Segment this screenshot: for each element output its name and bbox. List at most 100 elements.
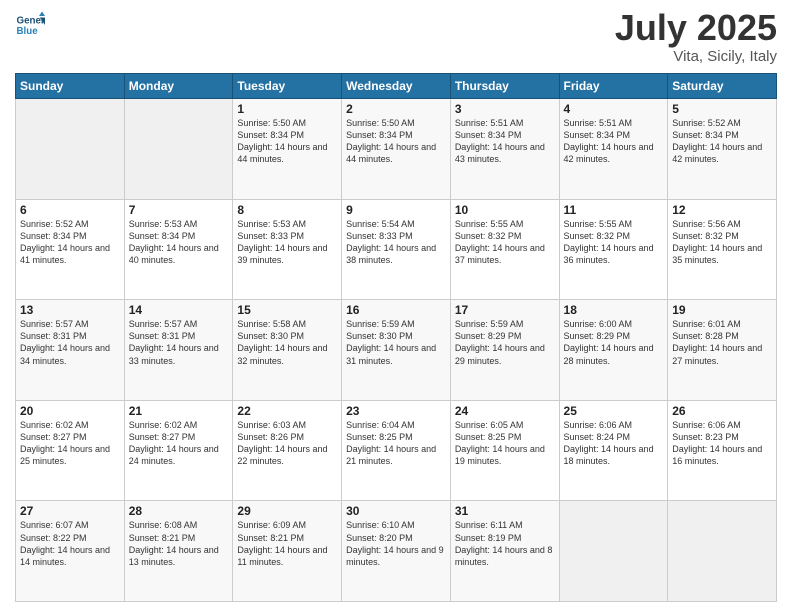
cell-info: Sunrise: 5:53 AMSunset: 8:33 PMDaylight:… bbox=[237, 218, 337, 267]
calendar-cell: 18Sunrise: 6:00 AMSunset: 8:29 PMDayligh… bbox=[559, 300, 668, 401]
month-title: July 2025 bbox=[615, 10, 777, 46]
day-number: 9 bbox=[346, 203, 446, 217]
day-number: 7 bbox=[129, 203, 229, 217]
cell-info: Sunrise: 6:02 AMSunset: 8:27 PMDaylight:… bbox=[129, 419, 229, 468]
cell-info: Sunrise: 6:10 AMSunset: 8:20 PMDaylight:… bbox=[346, 519, 446, 568]
svg-text:Blue: Blue bbox=[17, 26, 39, 37]
calendar-cell: 9Sunrise: 5:54 AMSunset: 8:33 PMDaylight… bbox=[342, 199, 451, 300]
cell-info: Sunrise: 5:59 AMSunset: 8:29 PMDaylight:… bbox=[455, 318, 555, 367]
day-number: 3 bbox=[455, 102, 555, 116]
cell-info: Sunrise: 6:07 AMSunset: 8:22 PMDaylight:… bbox=[20, 519, 120, 568]
cell-info: Sunrise: 5:59 AMSunset: 8:30 PMDaylight:… bbox=[346, 318, 446, 367]
calendar-cell: 8Sunrise: 5:53 AMSunset: 8:33 PMDaylight… bbox=[233, 199, 342, 300]
weekday-header-wednesday: Wednesday bbox=[342, 74, 451, 99]
cell-info: Sunrise: 5:56 AMSunset: 8:32 PMDaylight:… bbox=[672, 218, 772, 267]
cell-info: Sunrise: 5:52 AMSunset: 8:34 PMDaylight:… bbox=[672, 117, 772, 166]
calendar-cell: 4Sunrise: 5:51 AMSunset: 8:34 PMDaylight… bbox=[559, 99, 668, 200]
cell-info: Sunrise: 6:02 AMSunset: 8:27 PMDaylight:… bbox=[20, 419, 120, 468]
day-number: 2 bbox=[346, 102, 446, 116]
calendar-cell: 17Sunrise: 5:59 AMSunset: 8:29 PMDayligh… bbox=[450, 300, 559, 401]
calendar-cell: 29Sunrise: 6:09 AMSunset: 8:21 PMDayligh… bbox=[233, 501, 342, 602]
day-number: 28 bbox=[129, 504, 229, 518]
calendar-cell: 28Sunrise: 6:08 AMSunset: 8:21 PMDayligh… bbox=[124, 501, 233, 602]
cell-info: Sunrise: 5:50 AMSunset: 8:34 PMDaylight:… bbox=[237, 117, 337, 166]
day-number: 19 bbox=[672, 303, 772, 317]
week-row-4: 20Sunrise: 6:02 AMSunset: 8:27 PMDayligh… bbox=[16, 400, 777, 501]
calendar-cell: 20Sunrise: 6:02 AMSunset: 8:27 PMDayligh… bbox=[16, 400, 125, 501]
day-number: 31 bbox=[455, 504, 555, 518]
calendar-cell: 23Sunrise: 6:04 AMSunset: 8:25 PMDayligh… bbox=[342, 400, 451, 501]
day-number: 24 bbox=[455, 404, 555, 418]
weekday-header-row: SundayMondayTuesdayWednesdayThursdayFrid… bbox=[16, 74, 777, 99]
day-number: 5 bbox=[672, 102, 772, 116]
day-number: 16 bbox=[346, 303, 446, 317]
calendar-cell bbox=[16, 99, 125, 200]
cell-info: Sunrise: 6:03 AMSunset: 8:26 PMDaylight:… bbox=[237, 419, 337, 468]
location-title: Vita, Sicily, Italy bbox=[615, 48, 777, 65]
cell-info: Sunrise: 6:11 AMSunset: 8:19 PMDaylight:… bbox=[455, 519, 555, 568]
calendar-cell: 3Sunrise: 5:51 AMSunset: 8:34 PMDaylight… bbox=[450, 99, 559, 200]
day-number: 14 bbox=[129, 303, 229, 317]
svg-text:General: General bbox=[17, 16, 46, 27]
calendar-cell bbox=[668, 501, 777, 602]
weekday-header-sunday: Sunday bbox=[16, 74, 125, 99]
calendar-cell bbox=[124, 99, 233, 200]
day-number: 20 bbox=[20, 404, 120, 418]
cell-info: Sunrise: 5:55 AMSunset: 8:32 PMDaylight:… bbox=[455, 218, 555, 267]
cell-info: Sunrise: 6:01 AMSunset: 8:28 PMDaylight:… bbox=[672, 318, 772, 367]
cell-info: Sunrise: 6:08 AMSunset: 8:21 PMDaylight:… bbox=[129, 519, 229, 568]
calendar-cell: 19Sunrise: 6:01 AMSunset: 8:28 PMDayligh… bbox=[668, 300, 777, 401]
calendar-cell: 2Sunrise: 5:50 AMSunset: 8:34 PMDaylight… bbox=[342, 99, 451, 200]
calendar-cell: 16Sunrise: 5:59 AMSunset: 8:30 PMDayligh… bbox=[342, 300, 451, 401]
header: General Blue July 2025 Vita, Sicily, Ita… bbox=[15, 10, 777, 65]
day-number: 8 bbox=[237, 203, 337, 217]
cell-info: Sunrise: 5:57 AMSunset: 8:31 PMDaylight:… bbox=[20, 318, 120, 367]
day-number: 18 bbox=[564, 303, 664, 317]
week-row-3: 13Sunrise: 5:57 AMSunset: 8:31 PMDayligh… bbox=[16, 300, 777, 401]
weekday-header-thursday: Thursday bbox=[450, 74, 559, 99]
cell-info: Sunrise: 6:04 AMSunset: 8:25 PMDaylight:… bbox=[346, 419, 446, 468]
day-number: 1 bbox=[237, 102, 337, 116]
calendar-cell: 10Sunrise: 5:55 AMSunset: 8:32 PMDayligh… bbox=[450, 199, 559, 300]
calendar-cell: 31Sunrise: 6:11 AMSunset: 8:19 PMDayligh… bbox=[450, 501, 559, 602]
weekday-header-monday: Monday bbox=[124, 74, 233, 99]
calendar-cell: 14Sunrise: 5:57 AMSunset: 8:31 PMDayligh… bbox=[124, 300, 233, 401]
calendar-cell: 22Sunrise: 6:03 AMSunset: 8:26 PMDayligh… bbox=[233, 400, 342, 501]
cell-info: Sunrise: 5:55 AMSunset: 8:32 PMDaylight:… bbox=[564, 218, 664, 267]
day-number: 15 bbox=[237, 303, 337, 317]
cell-info: Sunrise: 5:52 AMSunset: 8:34 PMDaylight:… bbox=[20, 218, 120, 267]
week-row-1: 1Sunrise: 5:50 AMSunset: 8:34 PMDaylight… bbox=[16, 99, 777, 200]
cell-info: Sunrise: 6:09 AMSunset: 8:21 PMDaylight:… bbox=[237, 519, 337, 568]
day-number: 11 bbox=[564, 203, 664, 217]
day-number: 4 bbox=[564, 102, 664, 116]
day-number: 29 bbox=[237, 504, 337, 518]
calendar-cell: 6Sunrise: 5:52 AMSunset: 8:34 PMDaylight… bbox=[16, 199, 125, 300]
day-number: 21 bbox=[129, 404, 229, 418]
cell-info: Sunrise: 6:06 AMSunset: 8:23 PMDaylight:… bbox=[672, 419, 772, 468]
calendar-cell: 30Sunrise: 6:10 AMSunset: 8:20 PMDayligh… bbox=[342, 501, 451, 602]
day-number: 10 bbox=[455, 203, 555, 217]
day-number: 22 bbox=[237, 404, 337, 418]
day-number: 13 bbox=[20, 303, 120, 317]
title-block: July 2025 Vita, Sicily, Italy bbox=[615, 10, 777, 65]
day-number: 27 bbox=[20, 504, 120, 518]
page: General Blue July 2025 Vita, Sicily, Ita… bbox=[0, 0, 792, 612]
calendar-cell: 5Sunrise: 5:52 AMSunset: 8:34 PMDaylight… bbox=[668, 99, 777, 200]
cell-info: Sunrise: 5:57 AMSunset: 8:31 PMDaylight:… bbox=[129, 318, 229, 367]
day-number: 12 bbox=[672, 203, 772, 217]
weekday-header-friday: Friday bbox=[559, 74, 668, 99]
calendar-cell: 12Sunrise: 5:56 AMSunset: 8:32 PMDayligh… bbox=[668, 199, 777, 300]
cell-info: Sunrise: 5:58 AMSunset: 8:30 PMDaylight:… bbox=[237, 318, 337, 367]
day-number: 23 bbox=[346, 404, 446, 418]
day-number: 17 bbox=[455, 303, 555, 317]
weekday-header-saturday: Saturday bbox=[668, 74, 777, 99]
logo-icon: General Blue bbox=[15, 10, 45, 40]
cell-info: Sunrise: 5:53 AMSunset: 8:34 PMDaylight:… bbox=[129, 218, 229, 267]
cell-info: Sunrise: 5:51 AMSunset: 8:34 PMDaylight:… bbox=[455, 117, 555, 166]
cell-info: Sunrise: 5:50 AMSunset: 8:34 PMDaylight:… bbox=[346, 117, 446, 166]
calendar-cell: 15Sunrise: 5:58 AMSunset: 8:30 PMDayligh… bbox=[233, 300, 342, 401]
cell-info: Sunrise: 6:05 AMSunset: 8:25 PMDaylight:… bbox=[455, 419, 555, 468]
calendar-cell: 21Sunrise: 6:02 AMSunset: 8:27 PMDayligh… bbox=[124, 400, 233, 501]
week-row-2: 6Sunrise: 5:52 AMSunset: 8:34 PMDaylight… bbox=[16, 199, 777, 300]
cell-info: Sunrise: 6:06 AMSunset: 8:24 PMDaylight:… bbox=[564, 419, 664, 468]
